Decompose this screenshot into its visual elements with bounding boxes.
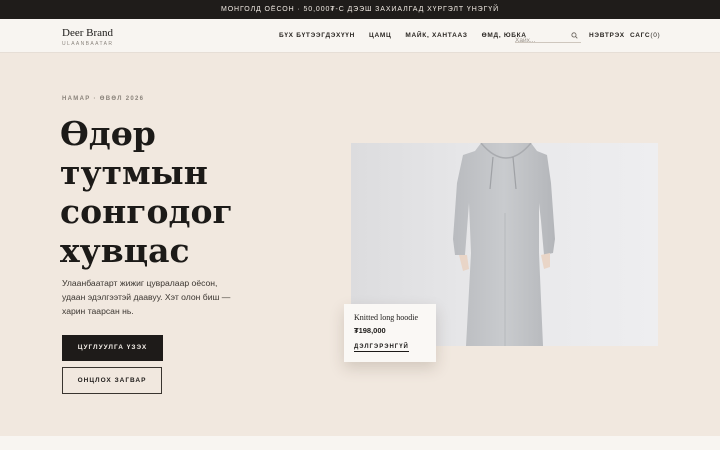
hero-headline: Өдөр тутмын сонгодог хувцас bbox=[60, 114, 233, 270]
brand-name: Deer Brand bbox=[62, 27, 114, 39]
nav-item-tshirts-vests[interactable]: МАЙК, ХАНТААЗ bbox=[405, 32, 467, 39]
cart-label: САГС bbox=[630, 32, 651, 39]
product-card[interactable]: Knitted long hoodie ₮198,000 ДЭЛГЭРЭНГҮЙ bbox=[344, 304, 436, 362]
hero-intro: Улаанбаатарт жижиг цувралаар оёсон, удаа… bbox=[62, 278, 231, 316]
main-nav: БҮХ БҮТЭЭГДЭХҮҮН ЦАМЦ МАЙК, ХАНТААЗ ӨМД,… bbox=[279, 32, 541, 39]
featured-style-button[interactable]: ОНЦЛОХ ЗАГВАР bbox=[62, 367, 162, 394]
cart-count: (0) bbox=[650, 32, 661, 39]
product-price: ₮198,000 bbox=[354, 326, 386, 335]
search-input[interactable] bbox=[515, 34, 567, 47]
nav-item-all-products[interactable]: БҮХ БҮТЭЭГДЭХҮҮН bbox=[279, 32, 355, 39]
view-collection-button[interactable]: ЦУГЛУУЛГА ҮЗЭХ bbox=[62, 335, 163, 361]
brand-logo[interactable]: Deer Brand ULAANBAATAR bbox=[62, 27, 113, 47]
search-icon[interactable] bbox=[571, 32, 578, 39]
hero-kicker: НАМАР · ӨВӨЛ 2026 bbox=[62, 96, 145, 102]
product-name: Knitted long hoodie bbox=[354, 313, 418, 322]
product-details-link[interactable]: ДЭЛГЭРЭНГҮЙ bbox=[354, 344, 409, 352]
nav-item-shirts[interactable]: ЦАМЦ bbox=[369, 32, 391, 39]
announcement-bar: МОНГОЛД ОЁСОН · 50,000₮-С ДЭЭШ ЗАХИАЛГАД… bbox=[0, 0, 720, 19]
site-header: Deer Brand ULAANBAATAR БҮХ БҮТЭЭГДЭХҮҮН … bbox=[0, 19, 720, 53]
search-box bbox=[515, 29, 581, 47]
section-divider bbox=[0, 436, 720, 450]
brand-city: ULAANBAATAR bbox=[62, 41, 114, 47]
cart-link[interactable]: САГС(0) bbox=[630, 32, 660, 39]
login-link[interactable]: НЭВТРЭХ bbox=[589, 32, 625, 39]
